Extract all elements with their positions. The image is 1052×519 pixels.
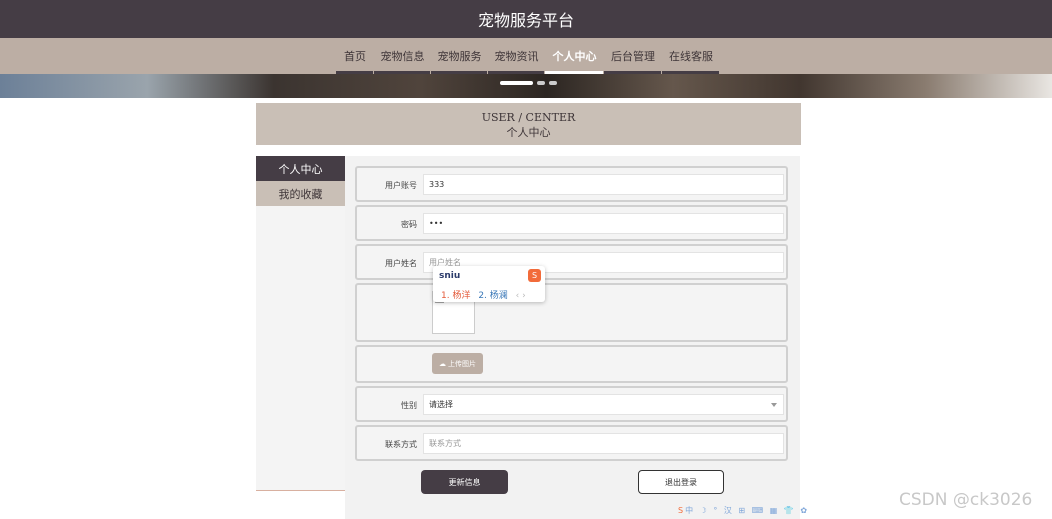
form-row-name: 用户姓名 用户姓名 — [355, 244, 788, 280]
carousel-dots — [500, 81, 557, 85]
ime-candidate-popup: sniu S 1. 杨洋 2. 杨澜 ‹ › — [433, 266, 545, 302]
sidebar-item-favorites[interactable]: 我的收藏 — [256, 181, 345, 206]
upload-image-button[interactable]: ☁ 上传图片 — [432, 353, 483, 374]
ime-candidate-2[interactable]: 2. 杨澜 — [478, 291, 507, 301]
carousel-dot[interactable] — [500, 81, 533, 85]
nav-item-pet-news[interactable]: 宠物资讯 — [488, 38, 545, 74]
carousel-dot[interactable] — [537, 81, 545, 85]
main-nav: 首页 宠物信息 宠物服务 宠物资讯 个人中心 后台管理 在线客服 — [0, 38, 1052, 74]
form-row-upload: ☁ 上传图片 — [355, 345, 788, 383]
nav-item-pet-info[interactable]: 宠物信息 — [374, 38, 431, 74]
watermark: CSDN @ck3026 — [899, 490, 1033, 510]
ime-toolbar[interactable]: S中 ☽ ° 汉 ⊞ ⌨ ▦ 👕 ✿ — [678, 505, 807, 517]
account-input[interactable]: 333 — [423, 174, 784, 195]
form-row-contact: 联系方式 联系方式 — [355, 425, 788, 461]
section-title-zh: 个人中心 — [506, 126, 551, 139]
account-label: 用户账号 — [385, 181, 417, 190]
contact-label: 联系方式 — [385, 440, 417, 449]
sidebar: 个人中心 我的收藏 — [256, 156, 345, 491]
sidebar-item-user-center[interactable]: 个人中心 — [256, 156, 345, 181]
cloud-upload-icon: ☁ — [439, 359, 446, 368]
section-title-en: USER / CENTER — [481, 111, 576, 124]
nav-item-user-center[interactable]: 个人中心 — [545, 38, 604, 74]
site-title-bar: 宠物服务平台 — [0, 0, 1052, 38]
form-row-gender: 性别 请选择 — [355, 386, 788, 422]
form-row-password: 密码 ••• — [355, 205, 788, 241]
nav-item-home[interactable]: 首页 — [336, 38, 374, 74]
chevron-down-icon — [771, 403, 777, 407]
gender-select[interactable]: 请选择 — [423, 394, 784, 415]
banner-image — [0, 74, 1052, 98]
ime-input-text: sniu — [439, 271, 461, 281]
gender-label: 性别 — [401, 401, 417, 410]
name-label: 用户姓名 — [385, 259, 417, 268]
site-title: 宠物服务平台 — [477, 11, 574, 30]
password-input[interactable]: ••• — [423, 213, 784, 234]
logout-button[interactable]: 退出登录 — [638, 470, 724, 494]
profile-form: 用户账号 333 密码 ••• 用户姓名 用户姓名 ☁ 上传图片 性别 请选择 — [345, 156, 800, 519]
ime-candidate-1[interactable]: 1. 杨洋 — [441, 291, 470, 301]
password-label: 密码 — [401, 220, 417, 229]
form-row-account: 用户账号 333 — [355, 166, 788, 202]
nav-item-online-service[interactable]: 在线客服 — [662, 38, 720, 74]
form-row-avatar — [355, 283, 788, 342]
update-info-button[interactable]: 更新信息 — [421, 470, 508, 494]
nav-item-pet-service[interactable]: 宠物服务 — [431, 38, 488, 74]
ime-page-arrows-icon[interactable]: ‹ › — [516, 291, 526, 301]
contact-input[interactable]: 联系方式 — [423, 433, 784, 454]
sogou-logo-icon: S — [528, 269, 541, 282]
section-header: USER / CENTER 个人中心 — [256, 103, 801, 145]
nav-item-admin[interactable]: 后台管理 — [604, 38, 662, 74]
carousel-dot[interactable] — [549, 81, 557, 85]
